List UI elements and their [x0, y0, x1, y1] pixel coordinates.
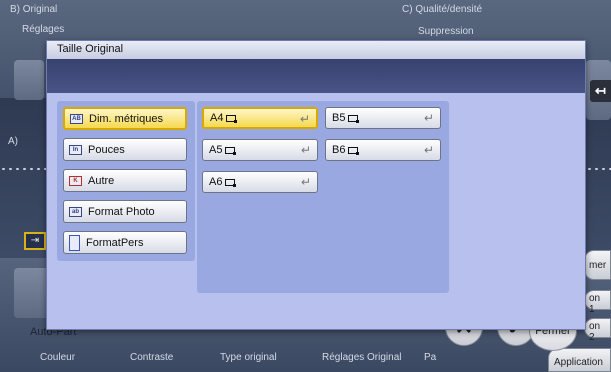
category-photo-button[interactable]: ab Format Photo	[63, 200, 187, 223]
size-options-panel: A4 ↵ B5 ↵ A5 ↵ B6 ↵ A6 ↵	[197, 101, 449, 293]
size-a5-button[interactable]: A5 ↵	[202, 139, 318, 161]
enter-icon: ↵	[423, 111, 434, 125]
size-label: A4	[210, 112, 224, 124]
bottom-tab-contraste[interactable]: Contraste	[130, 352, 173, 363]
enter-icon: ↵	[299, 112, 310, 126]
size-category-panel: AB Dim. métriques In Pouces K Autre ab F…	[57, 101, 195, 261]
inch-size-icon: In	[69, 144, 82, 155]
background-dots-left	[0, 166, 46, 172]
category-label: Dim. métriques	[89, 112, 163, 125]
paper-orientation-icon	[225, 146, 237, 155]
category-other-button[interactable]: K Autre	[63, 169, 187, 192]
other-size-icon: K	[69, 175, 82, 186]
size-label: A5	[209, 144, 223, 156]
category-label: Format Photo	[88, 205, 155, 218]
category-metric-button[interactable]: AB Dim. métriques	[63, 107, 187, 130]
custom-size-icon	[69, 234, 80, 251]
bottom-tab-type-original[interactable]: Type original	[220, 352, 277, 363]
original-size-dialog: Taille Original AB Dim. métriques In Pou…	[46, 40, 586, 330]
section-b-subtitle: Réglages	[22, 24, 65, 35]
bottom-tab-couleur[interactable]: Couleur	[40, 352, 75, 363]
section-c-subtitle: Suppression	[418, 26, 474, 37]
bottom-tab-reglages-original[interactable]: Réglages Original	[322, 352, 402, 363]
background-original-panel[interactable]	[14, 60, 44, 100]
category-inch-button[interactable]: In Pouces	[63, 138, 187, 161]
category-label: Pouces	[88, 143, 125, 156]
right-tab-option-1[interactable]: on 1	[584, 290, 611, 315]
size-a6-button[interactable]: A6 ↵	[202, 171, 318, 193]
metric-size-icon: AB	[70, 113, 83, 124]
section-c-title: C) Qualité/densité	[402, 4, 483, 15]
enter-icon: ↵	[300, 175, 311, 189]
bottom-tab-pa[interactable]: Pa	[424, 352, 436, 363]
background-dots-right	[586, 166, 611, 172]
paper-orientation-icon	[348, 114, 360, 123]
right-tab-fermer[interactable]: mer	[584, 250, 611, 280]
back-arrow-icon[interactable]: ↤	[590, 80, 611, 102]
dialog-header-band	[47, 59, 585, 93]
section-a-title: A)	[8, 136, 18, 147]
paper-orientation-icon	[226, 114, 238, 123]
paper-orientation-icon	[225, 178, 237, 187]
section-b-title: B) Original	[10, 4, 58, 15]
left-toggle-icon[interactable]: ⇥	[24, 232, 46, 250]
enter-icon: ↵	[423, 143, 434, 157]
enter-icon: ↵	[300, 143, 311, 157]
right-tab-option-2[interactable]: on 2	[584, 318, 611, 343]
category-label: Autre	[88, 174, 115, 187]
size-label: B6	[332, 144, 346, 156]
size-label: A6	[209, 176, 223, 188]
photo-size-icon: ab	[69, 206, 82, 217]
paper-orientation-icon	[348, 146, 360, 155]
dialog-title: Taille Original	[47, 41, 585, 59]
category-custom-button[interactable]: FormatPers	[63, 231, 187, 254]
category-label: FormatPers	[86, 236, 144, 249]
size-a4-button[interactable]: A4 ↵	[202, 107, 318, 129]
size-label: B5	[332, 112, 346, 124]
size-b6-button[interactable]: B6 ↵	[325, 139, 441, 161]
application-tab[interactable]: Application	[548, 348, 611, 372]
size-b5-button[interactable]: B5 ↵	[325, 107, 441, 129]
